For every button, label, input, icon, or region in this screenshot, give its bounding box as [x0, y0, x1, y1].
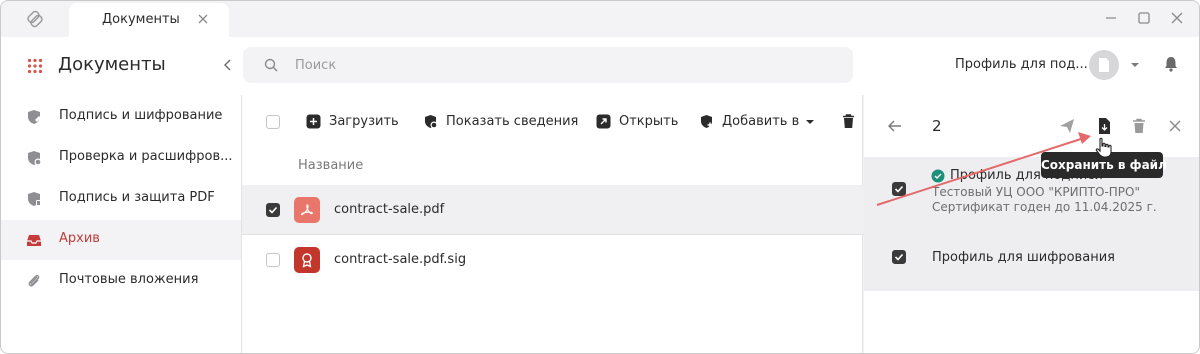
page-title: Документы [58, 54, 166, 75]
app-logo-icon [27, 10, 43, 28]
sidebar-item-verify-decrypt[interactable]: Проверка и расшифров... [1, 138, 241, 178]
tab-label: Документы [102, 12, 180, 27]
avatar[interactable] [1089, 50, 1119, 80]
shield-info-icon [425, 115, 438, 129]
save-to-file-icon[interactable] [1095, 117, 1113, 135]
chevron-down-icon[interactable] [1130, 61, 1140, 69]
trash-icon[interactable] [841, 113, 856, 129]
file-name: contract-sale.pdf [334, 202, 445, 217]
sidebar-item-label: Архив [59, 231, 100, 246]
plus-icon [306, 114, 321, 129]
signature-icon [294, 247, 320, 273]
file-name: contract-sale.pdf.sig [334, 252, 467, 267]
check-icon [894, 253, 904, 261]
table-row[interactable]: contract-sale.pdf.sig [242, 235, 864, 285]
sidebar-item-sign-encrypt[interactable]: Подпись и шифрование [1, 97, 241, 137]
signature-profiles-panel: 2 Профиль для подписи Тестовый УЦ ООО "К… [864, 95, 1199, 353]
send-icon[interactable] [1058, 117, 1076, 135]
selected-count: 2 [932, 117, 942, 135]
shield-pen-icon [28, 110, 41, 124]
select-all-checkbox[interactable] [266, 115, 280, 129]
search-input[interactable] [295, 47, 835, 83]
table-row[interactable]: contract-sale.pdf [242, 185, 864, 235]
arrow-left-icon[interactable] [886, 117, 904, 135]
profile-issuer: Тестовый УЦ ООО "КРИПТО-ПРО" [932, 185, 1141, 199]
open-label: Открыть [619, 114, 679, 129]
upload-label: Загрузить [329, 114, 399, 129]
sidebar-item-label: Почтовые вложения [59, 272, 199, 287]
app-window: Документы Документы Поиск Профиль для по… [0, 0, 1200, 354]
check-icon [268, 206, 278, 214]
show-info-label: Показать сведения [446, 114, 579, 129]
sidebar: Подпись и шифрование Проверка и расшифро… [1, 95, 241, 353]
sidebar-item-label: Проверка и расшифров... [59, 149, 233, 164]
sidebar-item-label: Подпись и шифрование [59, 108, 223, 123]
sidebar-item-archive[interactable]: Архив [1, 220, 241, 260]
tab-documents[interactable]: Документы [69, 3, 229, 37]
profile-checkbox[interactable] [892, 182, 906, 196]
archive-icon [27, 235, 41, 246]
hand-cursor-icon [1095, 137, 1112, 158]
trash-icon[interactable] [1130, 117, 1148, 135]
tab-close-icon[interactable] [195, 11, 211, 27]
open-external-icon [596, 114, 611, 129]
chevron-left-icon[interactable] [220, 57, 236, 73]
check-icon [894, 185, 904, 193]
column-header-name[interactable]: Название [298, 158, 363, 173]
search-icon [264, 58, 278, 72]
row-checkbox[interactable] [266, 253, 280, 267]
close-panel-icon[interactable] [1166, 117, 1184, 135]
apps-grid-icon[interactable] [27, 58, 43, 74]
pdf-icon [294, 197, 320, 223]
minimize-icon[interactable] [1100, 8, 1122, 28]
close-icon[interactable] [1166, 8, 1188, 28]
profile-icon [1099, 58, 1109, 72]
chevron-down-icon[interactable] [805, 118, 815, 126]
profile-selector-label[interactable]: Профиль для под... [955, 57, 1088, 72]
sidebar-item-mail-attachments[interactable]: Почтовые вложения [1, 261, 241, 301]
shield-pdf-icon [28, 192, 41, 206]
sidebar-item-pdf-sign[interactable]: Подпись и защита PDF [1, 179, 241, 219]
title-bar: Документы [1, 1, 1199, 37]
shield-check-icon [28, 151, 42, 166]
verified-check-icon [931, 169, 945, 183]
bell-icon[interactable] [1162, 55, 1180, 73]
add-to-label: Добавить в [722, 114, 800, 129]
row-checkbox[interactable] [266, 203, 280, 217]
shield-add-icon [701, 115, 713, 128]
profile-title: Профиль для шифрования [932, 250, 1115, 265]
sidebar-item-label: Подпись и защита PDF [59, 190, 215, 205]
app-header: Документы Профиль для под... [1, 37, 1199, 95]
file-list-panel: Загрузить Показать сведения Открыть Доба… [241, 95, 864, 353]
maximize-icon[interactable] [1133, 8, 1155, 28]
profile-validity: Сертификат годен до 11.04.2025 г. [932, 200, 1157, 214]
toolbar: Загрузить Показать сведения Открыть Доба… [242, 95, 864, 147]
paperclip-icon [28, 274, 40, 287]
profile-checkbox[interactable] [892, 250, 906, 264]
search-box[interactable] [243, 47, 853, 83]
